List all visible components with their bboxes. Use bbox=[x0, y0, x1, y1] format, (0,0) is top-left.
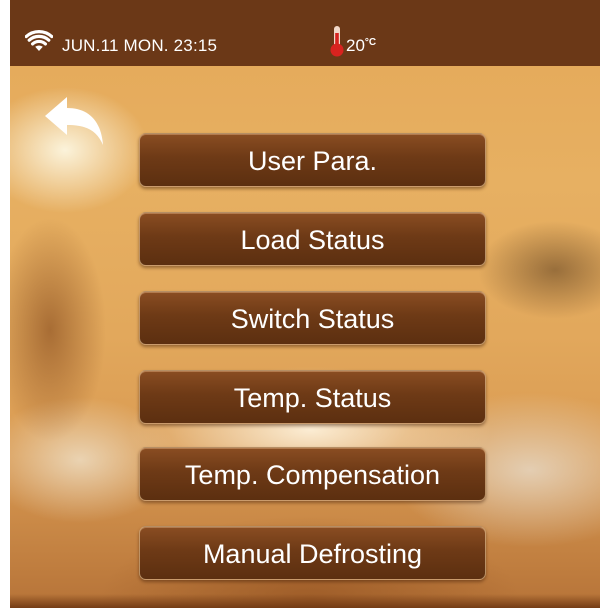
temperature-readout: 20°C bbox=[346, 36, 376, 56]
screen: JUN.11 MON. 23:15 20°C User Para. Load S… bbox=[10, 0, 600, 608]
status-bar: JUN.11 MON. 23:15 20°C bbox=[10, 0, 600, 66]
manual-defrosting-button[interactable]: Manual Defrosting bbox=[139, 526, 486, 580]
load-status-button[interactable]: Load Status bbox=[139, 212, 486, 266]
temperature-value: 20 bbox=[346, 36, 365, 55]
switch-status-button[interactable]: Switch Status bbox=[139, 291, 486, 345]
thermometer-icon bbox=[329, 25, 345, 62]
wifi-icon bbox=[24, 30, 54, 57]
user-para-button[interactable]: User Para. bbox=[139, 133, 486, 187]
temp-compensation-button[interactable]: Temp. Compensation bbox=[139, 447, 486, 501]
back-arrow-icon[interactable] bbox=[43, 95, 107, 152]
temp-status-button[interactable]: Temp. Status bbox=[139, 370, 486, 424]
bottom-shade bbox=[10, 594, 600, 608]
temperature-unit: °C bbox=[364, 37, 377, 48]
date-time-text: JUN.11 MON. 23:15 bbox=[62, 36, 218, 55]
